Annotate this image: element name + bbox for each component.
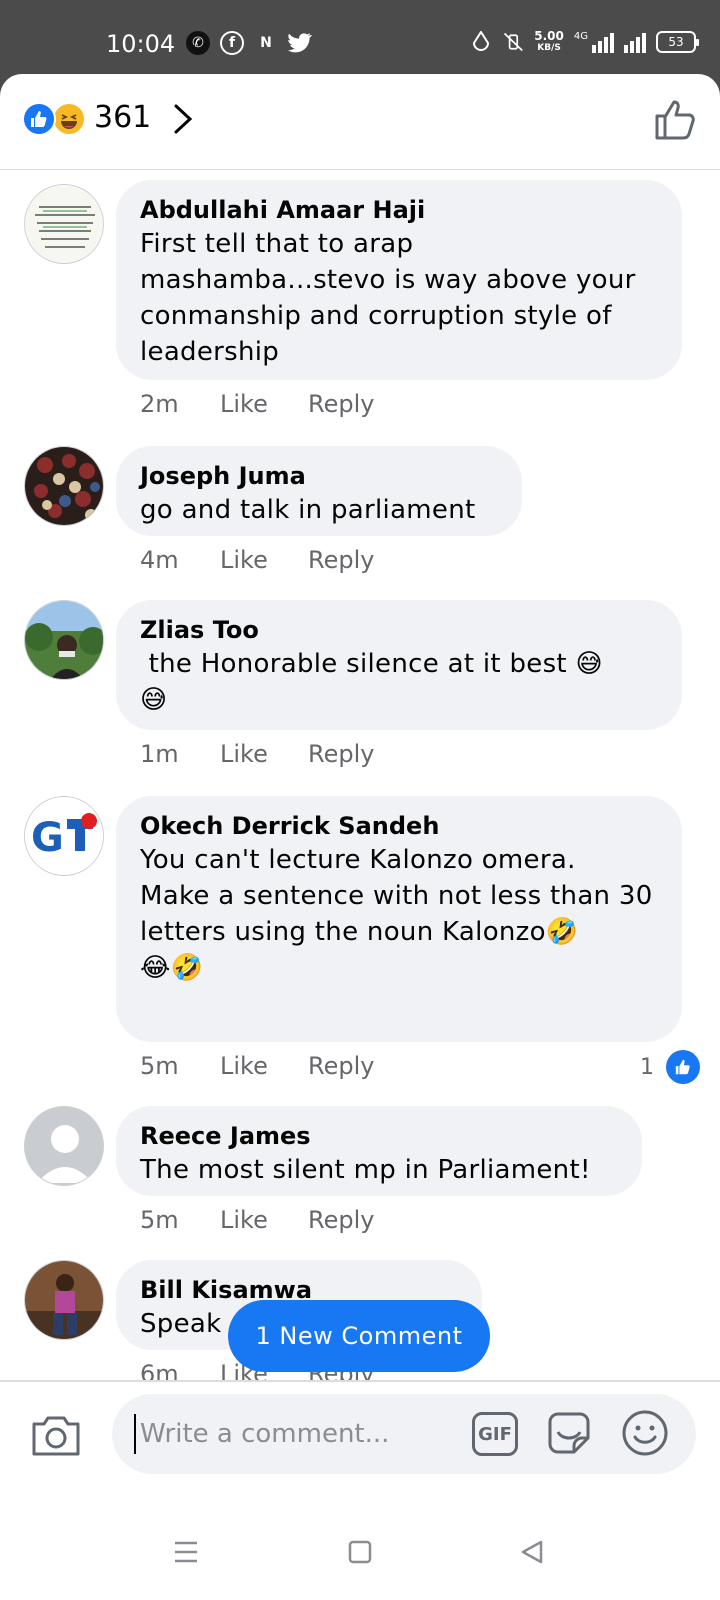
chevron-right-icon	[174, 104, 193, 134]
reply-link[interactable]: Reply	[308, 1052, 374, 1080]
avatar[interactable]	[24, 600, 104, 680]
net-speed: 5.00 KB/S	[534, 30, 564, 54]
comment-bubble[interactable]: Okech Derrick Sandeh You can't lecture K…	[116, 796, 682, 1042]
like-link[interactable]: Like	[220, 390, 268, 418]
comment-input[interactable]	[134, 1414, 444, 1454]
comment-time: 5m	[140, 1052, 179, 1080]
status-bar: 10:04 ✆ f N 5.00 KB/S 4G 53	[0, 0, 720, 74]
signal-2-icon	[624, 31, 646, 53]
haha-reaction-icon	[52, 102, 86, 136]
comment-actions: 2m Like Reply	[140, 390, 374, 418]
comment-composer: GIF	[0, 1380, 720, 1500]
like-count-text: 1	[640, 1054, 654, 1080]
commenter-name[interactable]: Abdullahi Amaar Haji	[140, 194, 658, 226]
like-reaction-icon	[666, 1050, 700, 1084]
comments-sheet: 361 Abdullahi Amaar Haji First tell that…	[0, 74, 720, 1600]
new-comment-button[interactable]: 1 New Comment	[228, 1300, 490, 1372]
comment-text: go and talk in parliament	[140, 495, 476, 525]
reply-link[interactable]: Reply	[308, 390, 374, 418]
notification-icons: ✆ f N	[186, 31, 312, 55]
whatsapp-icon: ✆	[186, 31, 210, 55]
comment-bubble[interactable]: Zlias Too the Honorable silence at it be…	[116, 600, 682, 730]
like-link[interactable]: Like	[220, 1052, 268, 1080]
back-button[interactable]	[512, 1532, 552, 1572]
battery-icon: 53	[656, 31, 699, 53]
like-link[interactable]: Like	[220, 1206, 268, 1234]
comment-bubble[interactable]: Abdullahi Amaar Haji First tell that to …	[116, 180, 682, 380]
comment-bubble[interactable]: Reece James The most silent mp in Parlia…	[116, 1106, 642, 1196]
comment-time: 1m	[140, 740, 179, 768]
comment-actions: 1m Like Reply	[140, 740, 374, 768]
emoji-icon[interactable]	[620, 1408, 670, 1458]
comment-text: You can't lecture Kalonzo omera. Make a …	[140, 845, 653, 983]
comment-actions: 5m Like Reply	[140, 1206, 374, 1234]
signal-icon: 4G	[574, 31, 614, 53]
recents-button[interactable]	[166, 1532, 206, 1572]
avatar[interactable]	[24, 1106, 104, 1186]
reaction-count: 361	[94, 100, 152, 135]
camera-icon[interactable]	[30, 1410, 82, 1462]
comment-bubble[interactable]: Joseph Juma go and talk in parliament	[116, 446, 522, 536]
avatar[interactable]	[24, 1260, 104, 1340]
gif-button[interactable]: GIF	[472, 1412, 518, 1456]
reply-link[interactable]: Reply	[308, 546, 374, 574]
like-button[interactable]	[654, 98, 698, 142]
avatar[interactable]: G	[24, 796, 104, 876]
reply-link[interactable]: Reply	[308, 1206, 374, 1234]
avatar[interactable]	[24, 446, 104, 526]
net-speed-unit: KB/S	[537, 43, 561, 53]
netflix-icon: N	[260, 35, 272, 51]
comment-actions: 4m Like Reply	[140, 546, 374, 574]
comment-time: 5m	[140, 1206, 179, 1234]
avatar[interactable]	[24, 184, 104, 264]
vibrate-mute-icon	[502, 31, 524, 53]
home-button[interactable]	[340, 1532, 380, 1572]
commenter-name[interactable]: Reece James	[140, 1120, 618, 1152]
svg-text:G: G	[31, 815, 64, 861]
system-icons: 5.00 KB/S 4G 53	[470, 30, 699, 54]
like-reaction-icon	[22, 102, 56, 136]
clock: 10:04	[106, 30, 176, 58]
comment-time: 4m	[140, 546, 179, 574]
comment-text: The most silent mp in Parliament!	[140, 1155, 591, 1185]
twitter-icon	[288, 31, 312, 55]
sticker-icon[interactable]	[544, 1408, 594, 1458]
net-speed-value: 5.00	[534, 29, 564, 43]
comment-input-container: GIF	[112, 1394, 696, 1474]
comment-text: the Honorable silence at it best 😅 😅	[140, 649, 603, 715]
commenter-name[interactable]: Zlias Too	[140, 614, 658, 646]
network-type: 4G	[573, 31, 588, 42]
like-link[interactable]: Like	[220, 740, 268, 768]
data-saver-icon	[470, 31, 492, 53]
system-nav-bar	[0, 1500, 720, 1600]
comment-text: First tell that to arap mashamba...stevo…	[140, 229, 645, 367]
commenter-name[interactable]: Joseph Juma	[140, 460, 498, 492]
facebook-icon: f	[220, 31, 244, 55]
like-link[interactable]: Like	[220, 546, 268, 574]
comment-like-count[interactable]: 1	[640, 1050, 700, 1084]
reply-link[interactable]: Reply	[308, 740, 374, 768]
reactions-header[interactable]: 361	[0, 74, 720, 170]
commenter-name[interactable]: Okech Derrick Sandeh	[140, 810, 658, 842]
comment-time: 2m	[140, 390, 179, 418]
comment-actions: 5m Like Reply	[140, 1052, 374, 1080]
